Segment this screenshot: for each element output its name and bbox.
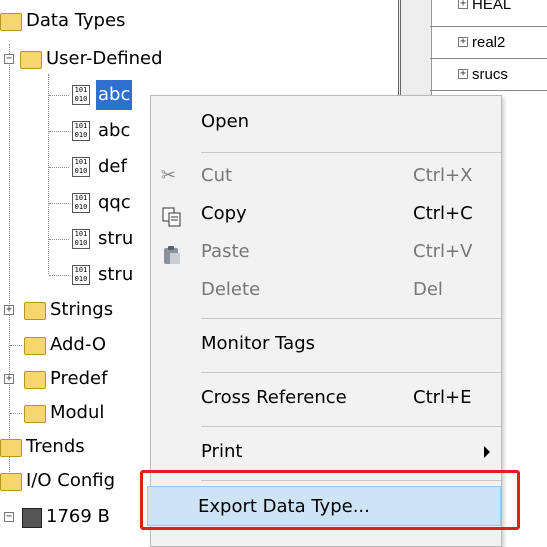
plc-rack-icon — [22, 508, 42, 528]
copy-icon — [161, 203, 183, 227]
grid-line — [430, 26, 547, 27]
folder-icon — [24, 302, 46, 320]
tree-connector — [10, 345, 22, 346]
expand-icon[interactable]: + — [458, 0, 468, 9]
menu-separator — [201, 318, 501, 319]
data-type-icon: 101 010 — [72, 157, 90, 177]
data-type-icon: 101 010 — [72, 265, 90, 285]
grid-line — [430, 90, 547, 91]
tree-connector — [9, 44, 10, 474]
tree-connector — [49, 95, 69, 96]
folder-icon — [24, 405, 46, 423]
data-type-icon: 101 010 — [72, 85, 90, 105]
paste-icon — [161, 241, 183, 264]
menu-item-print[interactable]: Print — [151, 432, 501, 472]
tree-connector — [49, 275, 69, 276]
folder-icon — [24, 371, 46, 389]
menu-item-open[interactable]: Open — [151, 102, 501, 142]
tree-connector — [49, 203, 69, 204]
expand-icon[interactable]: + — [458, 69, 468, 79]
scissors-icon: ✂ — [161, 165, 177, 186]
selected-udt-label: abc — [96, 80, 133, 110]
tree-connector — [49, 131, 69, 132]
expand-icon[interactable]: + — [458, 37, 468, 47]
menu-separator — [201, 372, 501, 373]
tree-connector — [10, 413, 22, 414]
data-type-icon: 101 010 — [72, 121, 90, 141]
tag-grid-panel: + HEAL + real2 + srucs — [398, 0, 547, 95]
menu-item-copy[interactable]: Copy Ctrl+C — [151, 194, 501, 234]
collapse-icon[interactable]: − — [4, 54, 14, 64]
expand-icon[interactable]: + — [4, 305, 14, 315]
expand-icon[interactable]: + — [4, 374, 14, 384]
folder-open-icon — [0, 473, 22, 491]
menu-separator — [201, 152, 501, 153]
tree-connector — [49, 239, 69, 240]
grid-line — [430, 58, 547, 59]
collapse-icon[interactable]: − — [4, 512, 14, 522]
menu-item-monitor-tags[interactable]: Monitor Tags — [151, 324, 501, 364]
menu-item-delete[interactable]: Delete Del — [151, 270, 501, 310]
grid-row-header — [398, 0, 432, 95]
menu-item-cut[interactable]: ✂ Cut Ctrl+X — [151, 156, 501, 196]
tree-connector — [48, 74, 49, 274]
menu-item-paste[interactable]: Paste Ctrl+V — [151, 232, 501, 272]
highlight-annotation — [140, 470, 520, 530]
data-type-icon: 101 010 — [72, 193, 90, 213]
tree-connector — [49, 167, 69, 168]
submenu-arrow-icon — [484, 446, 490, 458]
menu-separator — [201, 426, 501, 427]
data-type-icon: 101 010 — [72, 229, 90, 249]
menu-item-cross-reference[interactable]: Cross Reference Ctrl+E — [151, 378, 501, 418]
folder-open-icon — [0, 13, 22, 31]
folder-icon — [0, 439, 22, 457]
folder-icon — [20, 51, 42, 69]
folder-icon — [24, 337, 46, 355]
